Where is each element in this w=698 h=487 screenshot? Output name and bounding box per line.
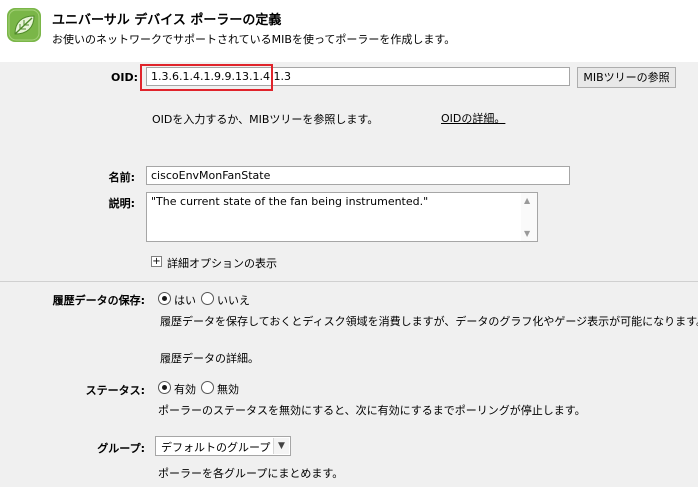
page-subtitle: お使いのネットワークでサポートされているMIBを使ってポーラーを作成します。 (52, 33, 456, 46)
page-title: ユニバーサル デバイス ポーラーの定義 (52, 13, 282, 28)
group-label: グループ: (97, 442, 145, 455)
history-yes-label[interactable]: はい (174, 292, 196, 308)
name-input[interactable]: ciscoEnvMonFanState (146, 166, 570, 185)
description-scrollbar[interactable]: ▲ ▼ (521, 193, 537, 241)
history-help: 履歴データを保存しておくとディスク領域を消費しますが、データのグラフ化やゲージ表… (160, 315, 698, 328)
description-label: 説明: (108, 197, 135, 210)
oid-hint: OIDを入力するか、MIBツリーを参照します。 (152, 113, 379, 126)
status-disabled-radio[interactable] (201, 381, 214, 394)
mib-tree-browse-button[interactable]: MIBツリーの参照 (577, 67, 676, 88)
name-label: 名前: (108, 171, 135, 184)
scroll-down-icon[interactable]: ▼ (524, 229, 530, 238)
description-textarea[interactable]: "The current state of the fan being inst… (146, 192, 538, 242)
status-enabled-label[interactable]: 有効 (174, 381, 196, 397)
section-divider (0, 281, 698, 282)
status-label: ステータス: (85, 384, 145, 397)
header: ユニバーサル デバイス ポーラーの定義 お使いのネットワークでサポートされている… (0, 0, 698, 62)
oid-label: OID: (111, 71, 138, 84)
advanced-options-toggle[interactable]: 詳細オプションの表示 (167, 255, 277, 271)
history-label: 履歴データの保存: (52, 294, 145, 307)
status-disabled-label[interactable]: 無効 (217, 381, 239, 397)
group-help: ポーラーを各グループにまとめます。 (158, 467, 344, 480)
expand-plus-icon[interactable]: + (151, 256, 162, 267)
history-details: 履歴データの詳細。 (160, 352, 259, 365)
oid-input[interactable]: 1.3.6.1.4.1.9.9.13.1.4.1.3 (146, 67, 570, 86)
description-text: "The current state of the fan being inst… (151, 195, 429, 208)
green-leaf-logo-icon (7, 8, 41, 42)
group-select[interactable]: デフォルトのグループ ▼ (155, 436, 291, 456)
history-no-radio[interactable] (201, 292, 214, 305)
scroll-up-icon[interactable]: ▲ (524, 196, 530, 205)
history-yes-radio[interactable] (158, 292, 171, 305)
chevron-down-icon[interactable]: ▼ (273, 438, 289, 454)
history-no-label[interactable]: いいえ (217, 292, 250, 308)
group-select-value: デフォルトのグループ (161, 441, 271, 454)
oid-details-link[interactable]: OIDの詳細。 (441, 110, 505, 126)
status-enabled-radio[interactable] (158, 381, 171, 394)
status-help: ポーラーのステータスを無効にすると、次に有効にするまでポーリングが停止します。 (158, 404, 586, 417)
